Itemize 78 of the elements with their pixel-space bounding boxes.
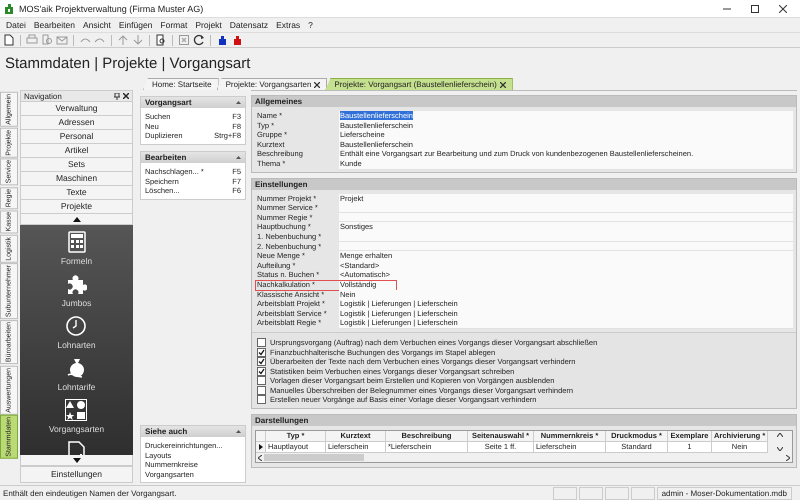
scrollbar[interactable] <box>768 431 792 454</box>
calculator-icon[interactable] <box>66 231 88 253</box>
nav-item-label[interactable]: Formeln <box>60 256 92 266</box>
nav-group-button[interactable]: Artikel <box>20 144 133 158</box>
menu-item[interactable]: Extras <box>272 20 304 30</box>
nav-item-label[interactable]: Lohntarife <box>58 382 96 392</box>
input-field[interactable] <box>339 203 793 213</box>
menu-item[interactable]: Einfügen <box>114 20 156 30</box>
checkbox[interactable] <box>257 376 266 386</box>
menu-item[interactable]: Projekt <box>191 20 226 30</box>
row-header-cell[interactable] <box>256 442 266 454</box>
input-field[interactable] <box>339 242 793 252</box>
panel-title: Siehe auch <box>145 426 188 436</box>
menu-item[interactable]: ? <box>304 20 317 30</box>
page-title: Stammdaten | Projekte | Vorgangsart <box>5 54 250 72</box>
maximize-button[interactable] <box>748 2 762 14</box>
window-title: MOS'aik Projektverwaltung (Firma Muster AG) <box>19 4 204 14</box>
collapse-icon[interactable] <box>236 156 241 159</box>
refresh-icon[interactable] <box>193 34 205 46</box>
pin-icon[interactable] <box>114 92 120 100</box>
settings-button[interactable]: Einstellungen <box>20 466 133 483</box>
scroll-down-icon[interactable] <box>777 447 783 452</box>
nav-group-button[interactable]: Personal <box>20 130 133 144</box>
document-tab[interactable]: Projekte: Vorgangsarten <box>216 78 328 90</box>
checkbox[interactable] <box>257 348 266 357</box>
close-button[interactable] <box>776 2 790 14</box>
figure-icon[interactable] <box>216 34 228 46</box>
close-icon <box>779 4 787 12</box>
scroll-left-icon[interactable] <box>258 454 262 461</box>
menu-item[interactable]: Datensatz <box>226 20 272 30</box>
document-search-icon[interactable] <box>155 34 167 46</box>
menu-item[interactable]: Format <box>156 20 192 30</box>
checkbox[interactable] <box>257 386 266 395</box>
nav-group-button[interactable]: Sets <box>20 158 133 172</box>
document-tab[interactable]: Home: Startseite <box>143 78 219 90</box>
nav-group-button[interactable]: Verwaltung <box>20 102 133 116</box>
clock-icon[interactable] <box>65 315 88 337</box>
menu-item[interactable]: Datei <box>2 20 30 30</box>
menu-item[interactable]: Bearbeiten <box>30 20 79 30</box>
panel-title: Navigation <box>24 92 63 100</box>
nav-group-button[interactable]: Projekte <box>20 200 133 214</box>
collapse-icon[interactable] <box>236 101 241 104</box>
close-icon[interactable] <box>500 82 506 88</box>
nav-group-button[interactable]: Adressen <box>20 116 133 130</box>
scroll-up-icon[interactable] <box>777 433 783 438</box>
nav-group-button[interactable]: Maschinen <box>20 172 133 186</box>
app-icon <box>4 3 14 14</box>
close-icon[interactable] <box>314 82 320 88</box>
input-field[interactable] <box>339 212 793 222</box>
checkbox[interactable] <box>257 338 266 348</box>
puzzle-icon[interactable] <box>65 273 88 295</box>
nav-group-button[interactable]: Texte <box>20 186 133 200</box>
figure-icon[interactable] <box>231 34 243 46</box>
panel-title: Bearbeiten <box>145 152 188 162</box>
scrollbar[interactable] <box>256 453 792 462</box>
panel-title: Vorgangsart <box>145 98 193 107</box>
collapse-icon[interactable] <box>236 430 241 433</box>
document-tab[interactable]: Projekte: Vorgangsart (Baustellenlieferschein) <box>325 78 513 90</box>
scroll-right-icon[interactable] <box>786 454 790 461</box>
close-icon[interactable] <box>123 93 129 99</box>
section-title: Darstellungen <box>255 416 308 426</box>
scroll-down-icon[interactable] <box>72 458 80 462</box>
scroll-up-icon[interactable] <box>72 216 80 222</box>
database-info: admin - Moser-Dokumentation.mdb <box>656 486 792 500</box>
checkbox[interactable] <box>257 395 266 404</box>
input-field[interactable] <box>339 232 793 242</box>
nav-item-label[interactable]: Vorgangsarten <box>48 424 104 434</box>
section-title: Einstellungen <box>255 180 308 189</box>
page-icon[interactable] <box>3 34 15 46</box>
nav-item-label[interactable]: Jumbos <box>62 298 92 308</box>
checkbox[interactable] <box>257 366 266 376</box>
status-message: Enthält den eindeutigen Namen der Vorgangsart. <box>2 488 178 498</box>
shapes-icon[interactable] <box>65 399 88 421</box>
nav-item-label[interactable]: Lohnarten <box>57 340 96 350</box>
section-title: Allgemeines <box>255 97 302 106</box>
checkbox[interactable] <box>257 357 266 366</box>
menu-item[interactable]: Ansicht <box>78 20 115 30</box>
maximize-icon <box>751 4 759 12</box>
